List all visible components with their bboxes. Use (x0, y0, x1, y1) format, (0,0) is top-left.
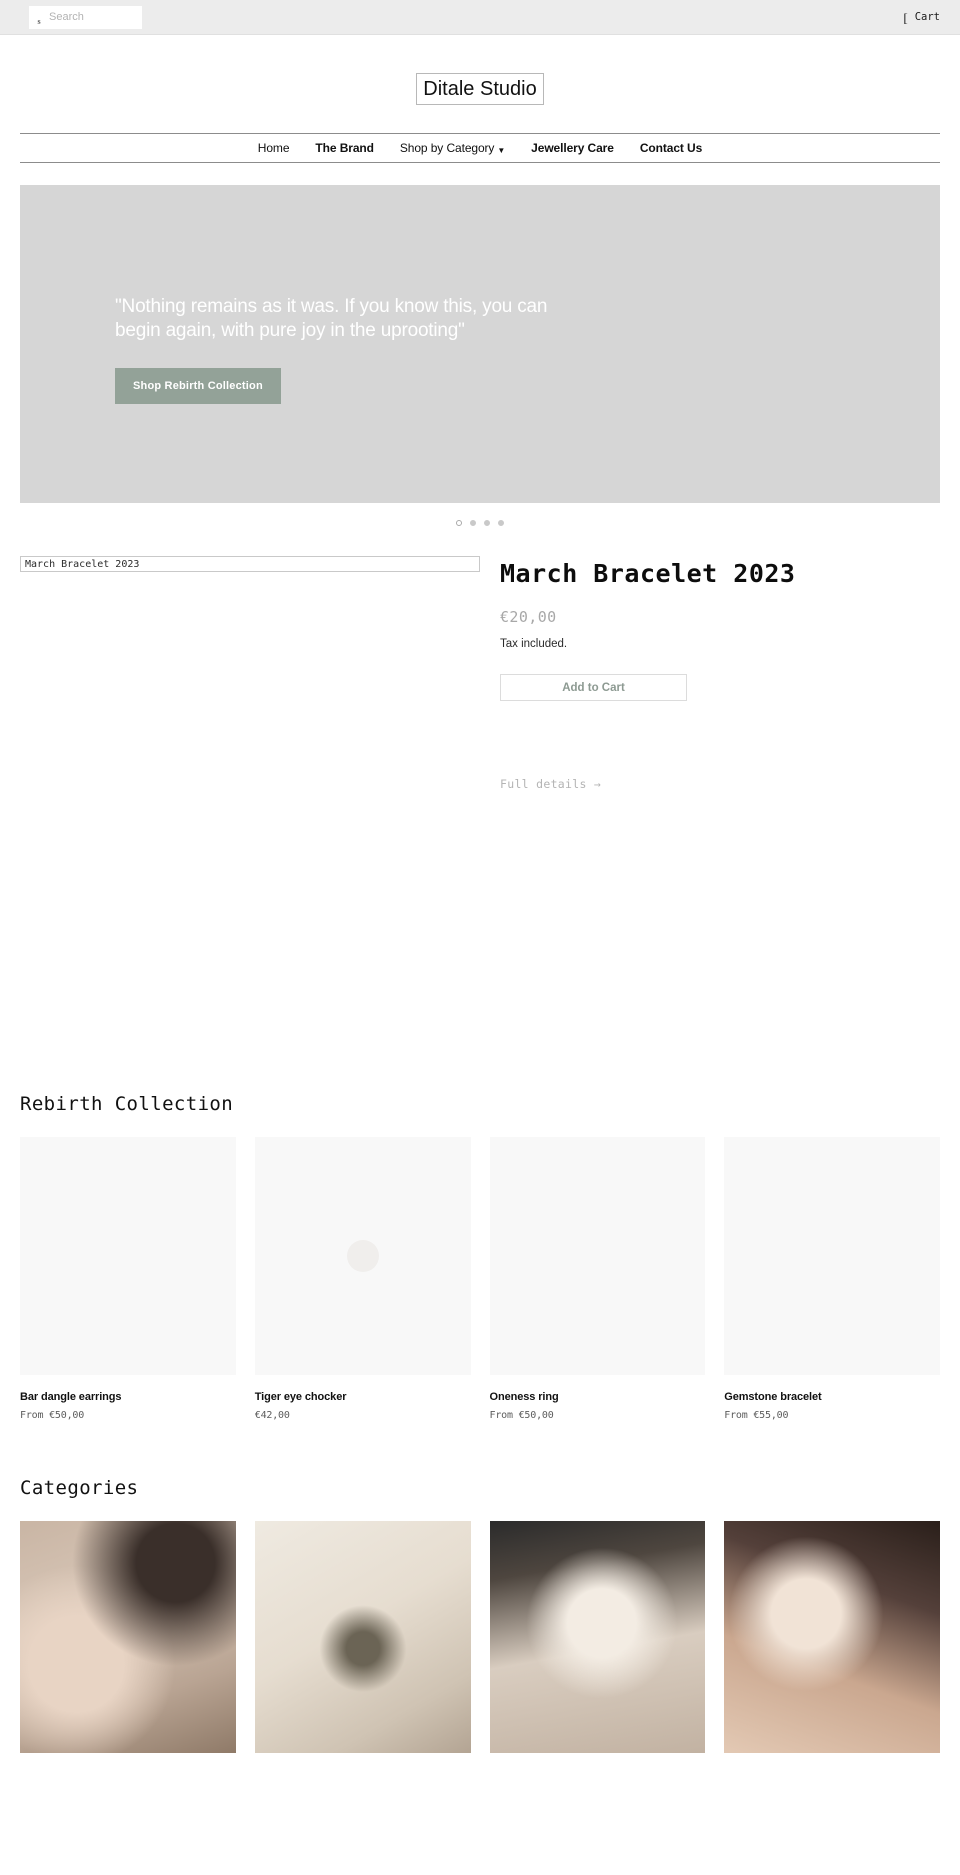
section-heading-rebirth: Rebirth Collection (20, 1093, 234, 1115)
search-input[interactable] (49, 5, 134, 29)
carousel-dot-1[interactable] (456, 520, 462, 526)
product-card[interactable]: Tiger eye chocker €42,00 (254, 1137, 471, 1421)
category-tile-bracelets[interactable] (254, 1521, 471, 1753)
carousel-dot-4[interactable] (498, 520, 504, 526)
nav-label: Jewellery Care (531, 141, 614, 155)
main-navigation: Home The Brand Shop by Category ▼ Jewelle… (20, 133, 940, 163)
product-price: €42,00 (254, 1410, 290, 1421)
product-name: Bar dangle earrings (20, 1391, 122, 1403)
nav-item-contact-us[interactable]: Contact Us (627, 141, 715, 155)
category-tile-earrings[interactable] (724, 1521, 940, 1753)
full-details-link[interactable]: Full details → (500, 777, 601, 791)
section-heading-categories: Categories (20, 1477, 139, 1499)
product-card[interactable]: Gemstone bracelet From €55,00 (724, 1137, 940, 1421)
nav-label: Shop by Category (399, 141, 495, 155)
logo-region: Ditale Studio (0, 35, 960, 133)
tax-note: Tax included. (500, 638, 568, 650)
product-thumbnail[interactable] (20, 1137, 236, 1375)
featured-product: March Bracelet 2023 March Bracelet 2023 … (20, 556, 940, 793)
hero-quote: "Nothing remains as it was. If you know … (115, 296, 548, 341)
featured-product-image[interactable]: March Bracelet 2023 (20, 556, 480, 572)
category-image (20, 1521, 236, 1753)
cart-link[interactable]: [ Cart (903, 11, 940, 24)
nav-item-jewellery-care[interactable]: Jewellery Care (518, 141, 627, 155)
nav-label: Home (257, 141, 290, 155)
product-thumbnail[interactable] (724, 1137, 940, 1375)
categories-section: Categories (20, 1477, 940, 1753)
product-card[interactable]: Bar dangle earrings From €50,00 (20, 1137, 236, 1421)
product-thumbnail[interactable] (254, 1137, 471, 1375)
nav-label: Contact Us (639, 141, 703, 155)
featured-product-media[interactable]: March Bracelet 2023 (20, 556, 480, 793)
product-price: From €55,00 (724, 1410, 789, 1421)
chevron-down-icon: ▼ (497, 146, 506, 155)
search-icon: s (29, 6, 49, 29)
cart-icon: [ (903, 9, 908, 25)
category-tile-rings[interactable] (489, 1521, 706, 1753)
product-price: From €50,00 (20, 1410, 85, 1421)
carousel-dots (0, 520, 960, 526)
nav-item-the-brand[interactable]: The Brand (302, 141, 386, 155)
product-price: €20,00 (500, 608, 557, 626)
carousel-dot-3[interactable] (484, 520, 490, 526)
category-image (254, 1521, 471, 1753)
product-thumbnail[interactable] (489, 1137, 706, 1375)
cart-label: Cart (914, 11, 940, 23)
shop-rebirth-collection-button[interactable]: Shop Rebirth Collection (115, 368, 281, 404)
category-grid (20, 1521, 940, 1753)
site-logo[interactable]: Ditale Studio (416, 73, 544, 105)
page-title: March Bracelet 2023 (500, 559, 796, 588)
product-name: Tiger eye chocker (254, 1391, 347, 1403)
nav-item-home[interactable]: Home (245, 141, 303, 155)
featured-product-info: March Bracelet 2023 €20,00 Tax included.… (500, 556, 940, 793)
rebirth-collection-section: Rebirth Collection Bar dangle earrings F… (20, 1093, 940, 1421)
utility-bar: s [ Cart (0, 0, 960, 35)
nav-item-shop-by-category[interactable]: Shop by Category ▼ (387, 141, 518, 155)
product-name: Oneness ring (489, 1391, 559, 1403)
carousel-dot-2[interactable] (470, 520, 476, 526)
rebirth-product-grid: Bar dangle earrings From €50,00 Tiger ey… (20, 1137, 940, 1421)
category-tile-necklaces[interactable] (20, 1521, 236, 1753)
product-name: Gemstone bracelet (724, 1391, 822, 1403)
hero-banner: "Nothing remains as it was. If you know … (20, 185, 940, 503)
search-box[interactable]: s (29, 5, 142, 29)
nav-list: Home The Brand Shop by Category ▼ Jewelle… (245, 141, 715, 155)
category-image (724, 1521, 940, 1753)
add-to-cart-button[interactable]: Add to Cart (500, 674, 687, 701)
nav-label: The Brand (315, 141, 374, 155)
hero-content: "Nothing remains as it was. If you know … (115, 295, 575, 404)
product-card[interactable]: Oneness ring From €50,00 (489, 1137, 706, 1421)
search-icon-glyph: s (37, 16, 41, 26)
category-image (489, 1521, 706, 1753)
product-price: From €50,00 (489, 1410, 554, 1421)
